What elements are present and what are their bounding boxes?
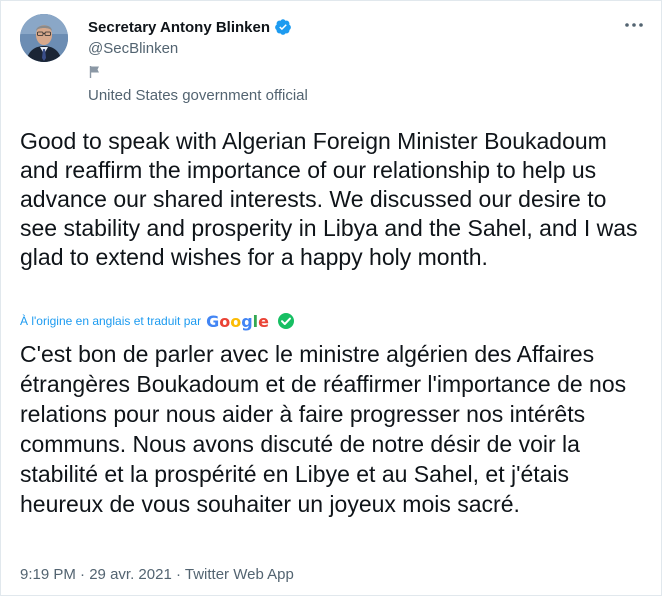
meta-separator: · [80,566,86,583]
more-options-icon [625,23,643,27]
translation-attribution: À l'origine en anglais et traduit par Go… [20,311,295,331]
check-circle-icon [277,312,295,330]
author-name[interactable]: Secretary Antony Blinken [88,19,270,36]
author-name-row[interactable]: Secretary Antony Blinken [88,17,292,37]
flag-icon [88,65,102,79]
tweet-meta: 9:19 PM · 29 avr. 2021 · Twitter Web App [20,566,294,583]
translation-note: À l'origine en anglais et traduit par [20,314,202,328]
source-app[interactable]: Twitter Web App [185,566,294,583]
government-label[interactable]: United States government official [88,87,308,104]
avatar[interactable] [20,14,68,62]
more-options-button[interactable] [617,11,651,39]
tweet-card: Secretary Antony Blinken @SecBlinken Uni… [0,0,662,596]
tweet-time[interactable]: 9:19 PM [20,566,76,583]
translated-tweet-text: C'est bon de parler avec le ministre alg… [20,341,627,517]
tweet-text: Good to speak with Algerian Foreign Mini… [20,128,638,270]
google-logo[interactable]: Google [206,312,269,331]
meta-separator: · [175,566,181,583]
tweet-date[interactable]: 29 avr. 2021 [89,566,172,583]
author-handle[interactable]: @SecBlinken [88,40,178,57]
verified-badge-icon [274,18,292,36]
